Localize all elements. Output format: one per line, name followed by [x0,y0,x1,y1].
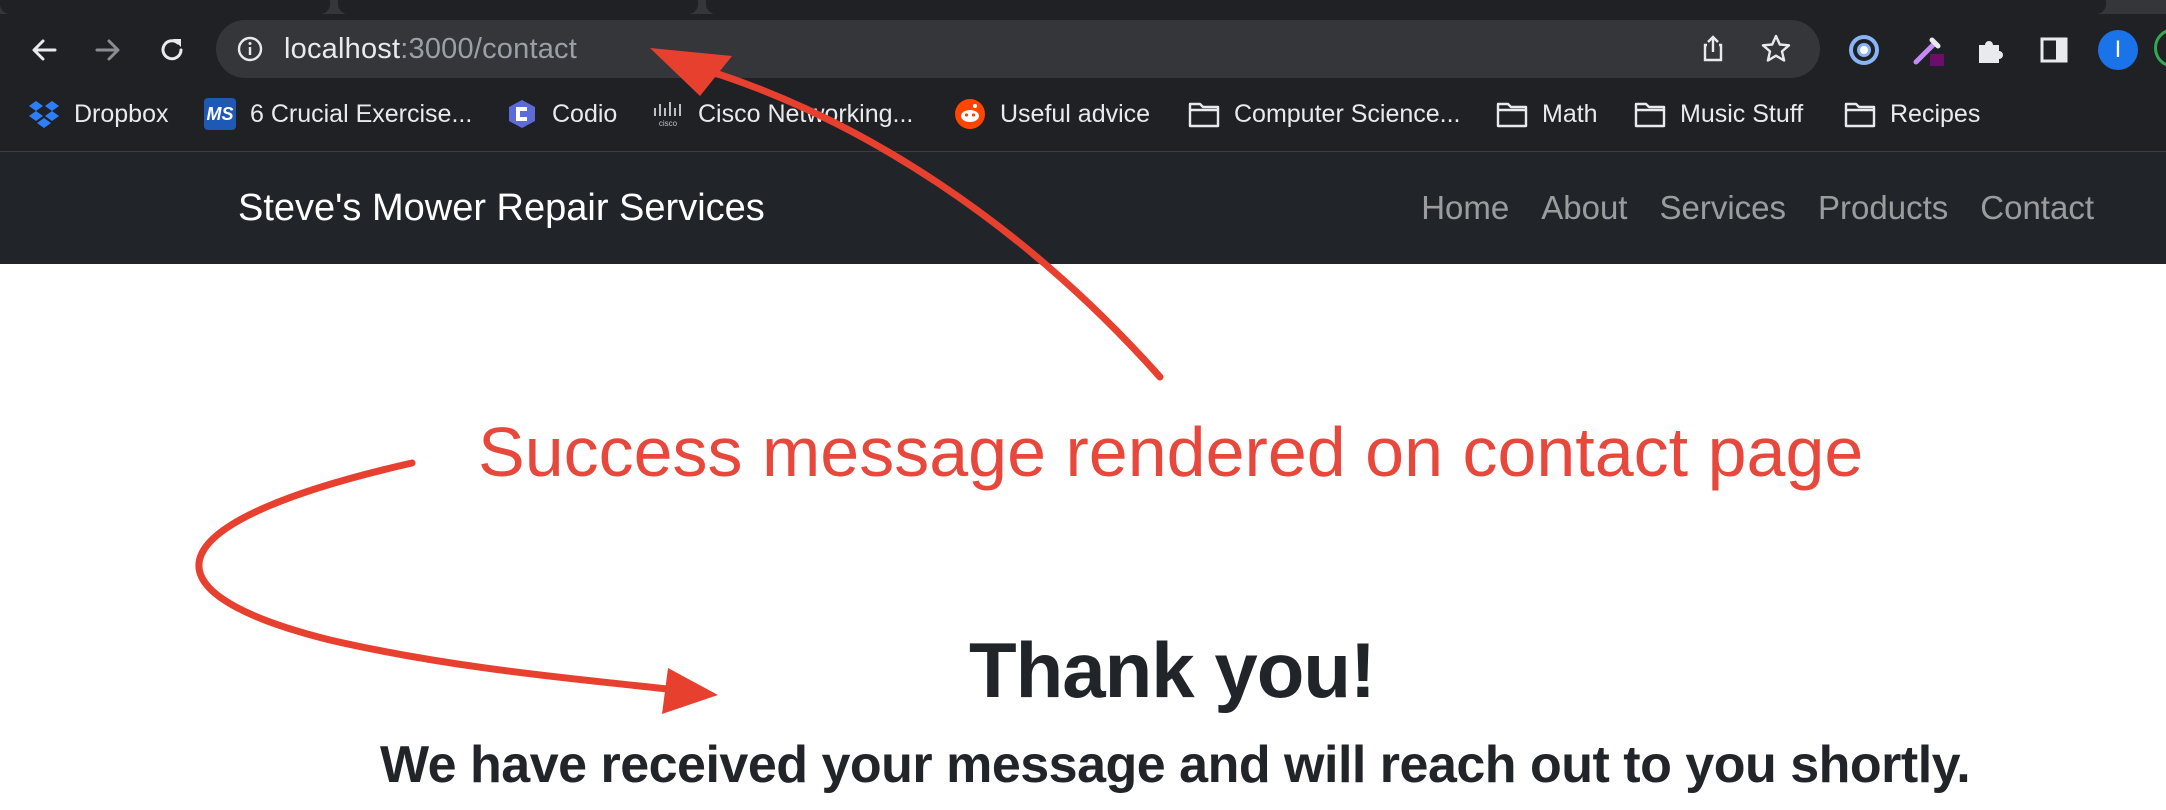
reload-button[interactable] [150,28,194,72]
bookmark-folder-computer-science[interactable]: Computer Science... [1188,92,1461,136]
url-path: :3000/contact [400,33,577,65]
reload-icon [161,39,183,61]
arrow-left-icon [32,39,57,61]
bookmark-cisco[interactable]: cisco Cisco Networking... [652,92,913,136]
site-navbar: Steve's Mower Repair Services Home About… [0,152,2166,264]
site-brand[interactable]: Steve's Mower Repair Services [238,152,765,264]
nav-link-about[interactable]: About [1541,189,1627,227]
annotation-text: Success message rendered on contact page [478,413,1864,491]
bookmark-label: Math [1542,99,1598,128]
nav-link-services[interactable]: Services [1659,189,1786,227]
ms-icon: MS [204,98,236,130]
profile-button[interactable]: I [2096,28,2140,72]
success-message: We have received your message and will r… [380,736,1971,794]
nav-link-products[interactable]: Products [1818,189,1948,227]
nav-link-contact[interactable]: Contact [1980,189,2094,227]
extension-logo-icon [1849,35,1879,65]
dropbox-icon [28,98,60,130]
bookmark-folder-math[interactable]: Math [1496,92,1598,136]
arrow-right-icon [95,39,120,61]
bookmark-folder-music-stuff[interactable]: Music Stuff [1634,92,1803,136]
bookmark-label: Recipes [1890,99,1981,128]
browser-toolbar: localhost:3000/contact I [0,14,2166,86]
bookmark-star-icon[interactable] [1760,33,1792,65]
site-nav-links: Home About Services Products Contact [1421,152,2094,264]
side-panel-icon [2040,37,2068,63]
bookmark-ms[interactable]: MS 6 Crucial Exercise... [204,92,472,136]
bookmark-label: Music Stuff [1680,99,1804,128]
url-host: localhost [284,33,401,65]
bookmark-label: Useful advice [1000,99,1151,128]
extension-2-button[interactable] [1906,28,1950,72]
tab-strip [0,0,2166,14]
bookmark-label: Computer Science... [1234,99,1461,128]
forward-button[interactable] [86,28,130,72]
browser-chrome: localhost:3000/contact I Dropbox MS 6 Cr… [0,0,2166,152]
avatar-initial: I [2114,36,2122,63]
side-panel-button[interactable] [2032,28,2076,72]
profile-ring [2154,28,2166,68]
puzzle-icon [1979,41,2003,63]
bookmark-dropbox[interactable]: Dropbox [28,92,169,136]
bookmarks-bar: Dropbox MS 6 Crucial Exercise... Codio c… [0,92,2166,152]
extension-1-button[interactable] [1842,28,1886,72]
cisco-icon: cisco [652,98,684,130]
extensions-button[interactable] [1968,28,2012,72]
bookmark-label: Dropbox [74,99,169,128]
bookmark-folder-recipes[interactable]: Recipes [1844,92,1980,136]
codio-icon [506,98,538,130]
bookmark-label: Cisco Networking... [698,99,914,128]
bookmark-label: Codio [552,99,618,128]
bookmark-reddit[interactable]: Useful advice [954,92,1150,136]
folder-icon [1634,98,1666,130]
url-text[interactable]: localhost:3000/contact [284,20,577,78]
share-icon[interactable] [1698,34,1728,64]
folder-icon [1844,98,1876,130]
bookmark-codio[interactable]: Codio [506,92,617,136]
eyedropper-icon [1913,37,1944,66]
info-icon[interactable] [236,35,264,63]
svg-text:cisco: cisco [659,119,678,128]
folder-icon [1188,98,1220,130]
thank-you-heading: Thank you! [968,626,1376,714]
address-bar[interactable]: localhost:3000/contact [216,20,1820,78]
reddit-icon [954,98,986,130]
folder-icon [1496,98,1528,130]
avatar: I [2098,30,2138,70]
back-button[interactable] [22,28,66,72]
nav-link-home[interactable]: Home [1421,189,1509,227]
bookmark-label: 6 Crucial Exercise... [250,99,473,128]
